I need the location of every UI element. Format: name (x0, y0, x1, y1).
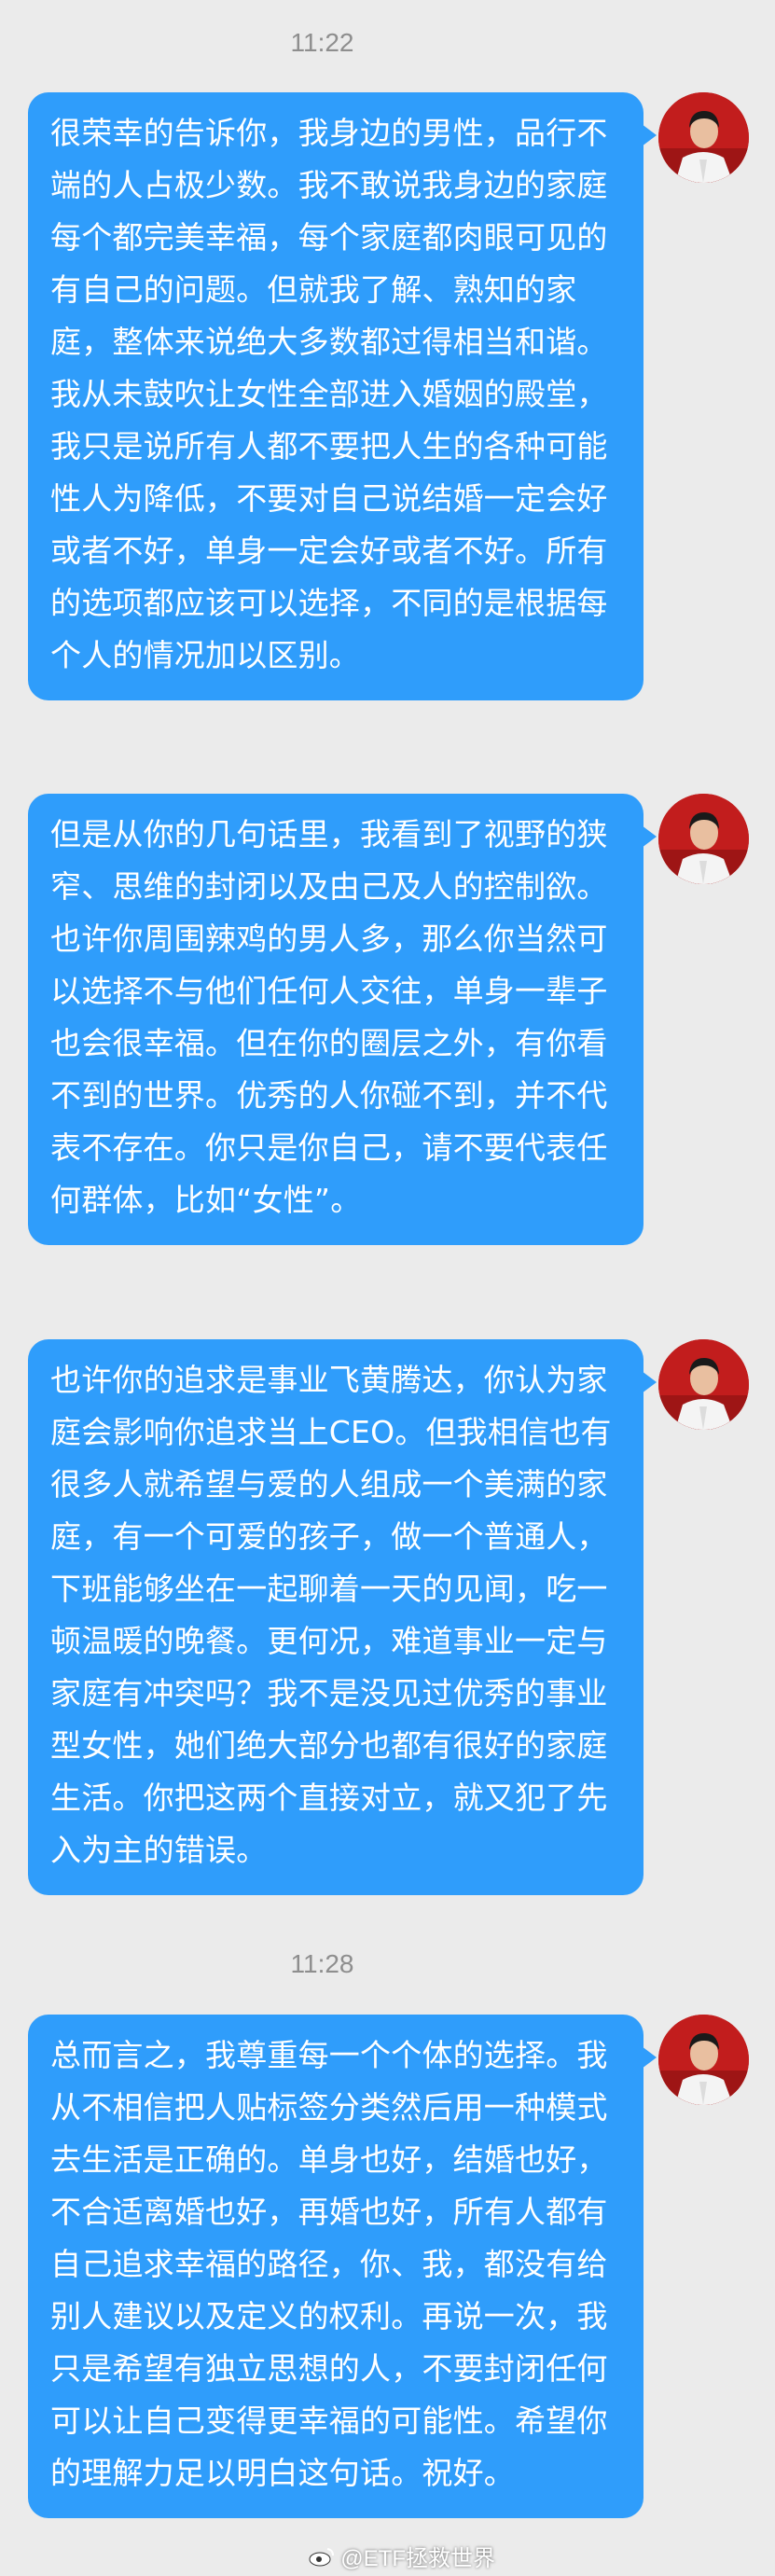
avatar[interactable] (658, 92, 749, 183)
watermark-text: @ETF拯救世界 (340, 2546, 495, 2571)
avatar-photo-icon (658, 2015, 749, 2105)
message[interactable]: 总而言之，我尊重每一个个体的选择。我从不相信把人贴标签分类然后用一种模式去生活是… (28, 2015, 657, 2518)
avatar-photo-icon (658, 92, 749, 183)
message-bubble[interactable]: 总而言之，我尊重每一个个体的选择。我从不相信把人贴标签分类然后用一种模式去生活是… (28, 2015, 657, 2518)
message-bubble[interactable]: 但是从你的几句话里，我看到了视野的狭窄、思维的封闭以及由己及人的控制欲。也许你周… (28, 794, 657, 1245)
avatar-photo-icon (658, 1339, 749, 1430)
timestamp: 11:28 (290, 1949, 354, 1978)
message[interactable]: 很荣幸的告诉你，我身边的男性，品行不端的人占极少数。我不敢说我身边的家庭每个都完… (28, 92, 657, 700)
message[interactable]: 但是从你的几句话里，我看到了视野的狭窄、思维的封闭以及由己及人的控制欲。也许你周… (28, 794, 657, 1245)
watermark: @ETF拯救世界 (309, 2540, 495, 2572)
avatar-photo-icon (658, 794, 749, 884)
avatar[interactable] (658, 2015, 749, 2105)
avatar[interactable] (658, 1339, 749, 1430)
timestamp: 11:22 (290, 28, 354, 57)
message-bubble[interactable]: 也许你的追求是事业飞黄腾达，你认为家庭会影响你追求当上CEO。但我相信也有很多人… (28, 1339, 657, 1895)
weibo-logo-icon (309, 2547, 335, 2566)
message-bubble[interactable]: 很荣幸的告诉你，我身边的男性，品行不端的人占极少数。我不敢说我身边的家庭每个都完… (28, 92, 657, 700)
message[interactable]: 也许你的追求是事业飞黄腾达，你认为家庭会影响你追求当上CEO。但我相信也有很多人… (28, 1339, 657, 1895)
avatar[interactable] (658, 794, 749, 884)
